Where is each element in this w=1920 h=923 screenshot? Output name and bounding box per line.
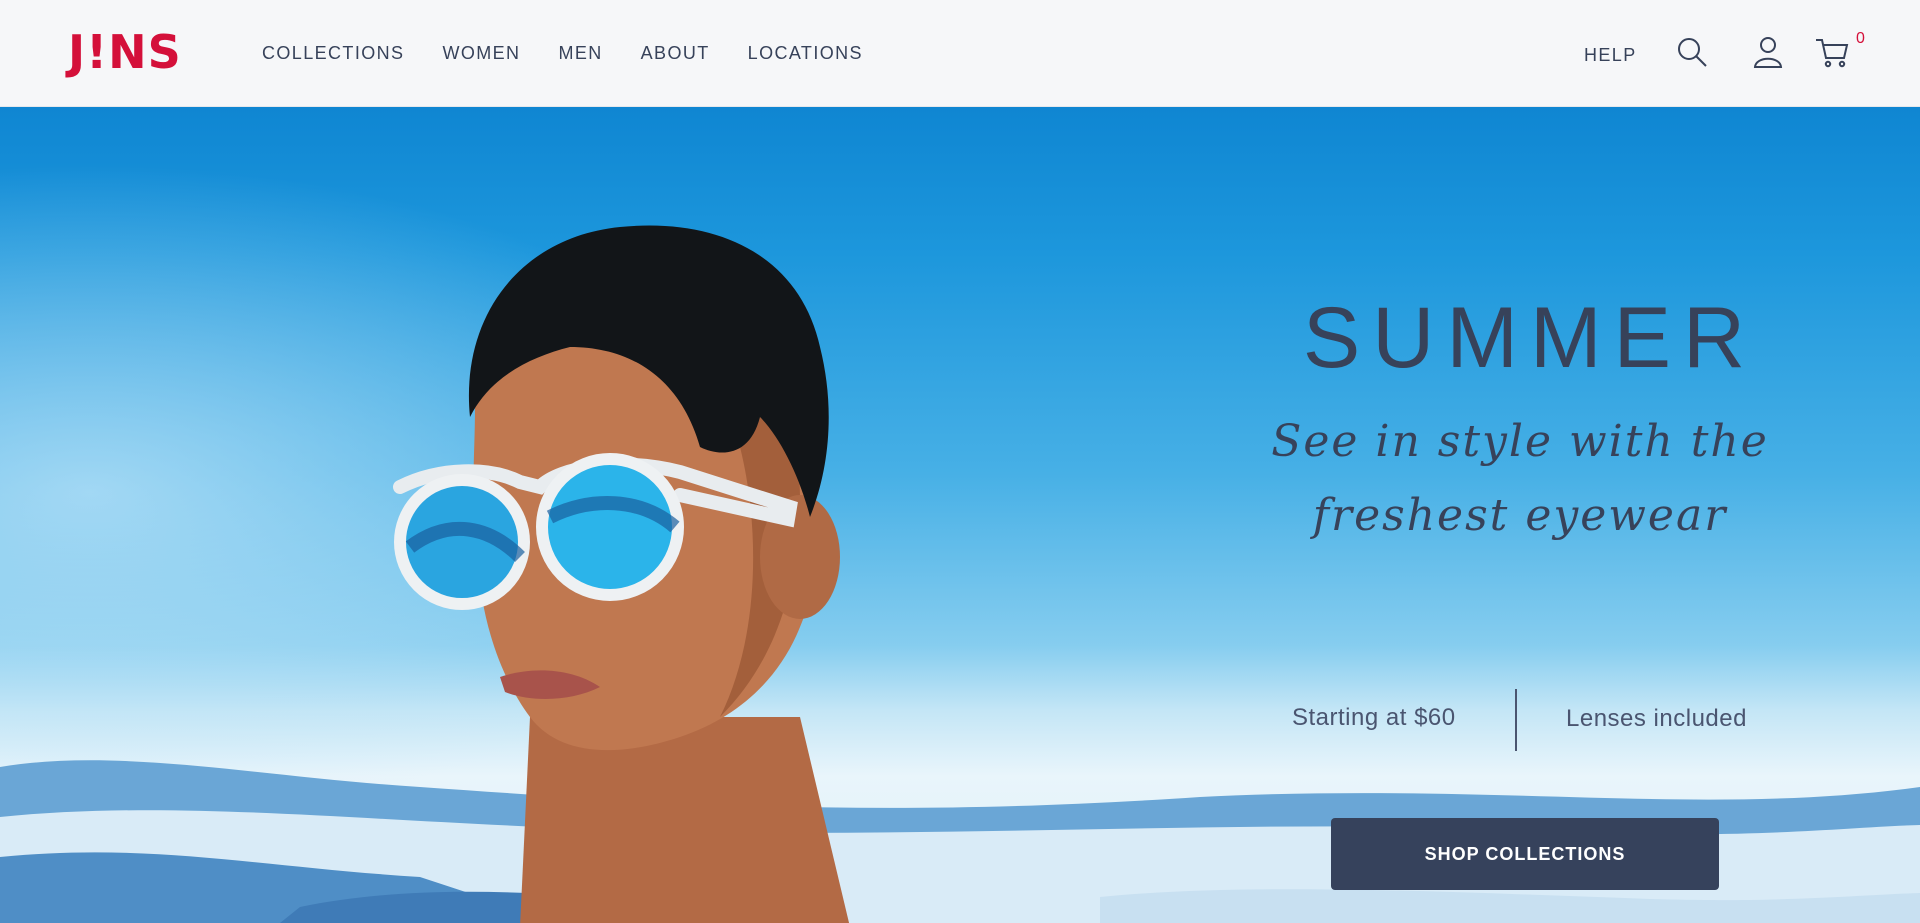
model-portrait (393, 225, 850, 923)
cart-icon[interactable] (1814, 34, 1850, 70)
nav-men[interactable]: MEN (558, 42, 602, 64)
search-icon[interactable] (1674, 34, 1710, 70)
user-icon[interactable] (1750, 34, 1786, 70)
site-header: J!NS COLLECTIONS WOMEN MEN ABOUT LOCATIO… (0, 0, 1920, 107)
hero-banner: SUMMER See in style with the freshest ey… (0, 107, 1920, 923)
offer-price: Starting at $60 (1292, 704, 1456, 731)
nav-collections[interactable]: COLLECTIONS (262, 42, 404, 64)
hero-tagline: See in style with the freshest eyewear (1271, 416, 1769, 541)
nav-locations[interactable]: LOCATIONS (748, 42, 863, 64)
nav-women[interactable]: WOMEN (442, 42, 520, 64)
help-link[interactable]: HELP (1584, 44, 1637, 66)
cart-count-badge: 0 (1856, 30, 1865, 47)
jins-logo[interactable]: J!NS (68, 26, 182, 78)
offer-divider (1515, 689, 1517, 751)
offer-lenses: Lenses included (1566, 705, 1747, 732)
main-nav: COLLECTIONS WOMEN MEN ABOUT LOCATIONS (262, 42, 863, 64)
hero-headline: SUMMER (1302, 290, 1758, 386)
nav-about[interactable]: ABOUT (641, 42, 710, 64)
shop-collections-button[interactable]: SHOP COLLECTIONS (1331, 818, 1719, 890)
